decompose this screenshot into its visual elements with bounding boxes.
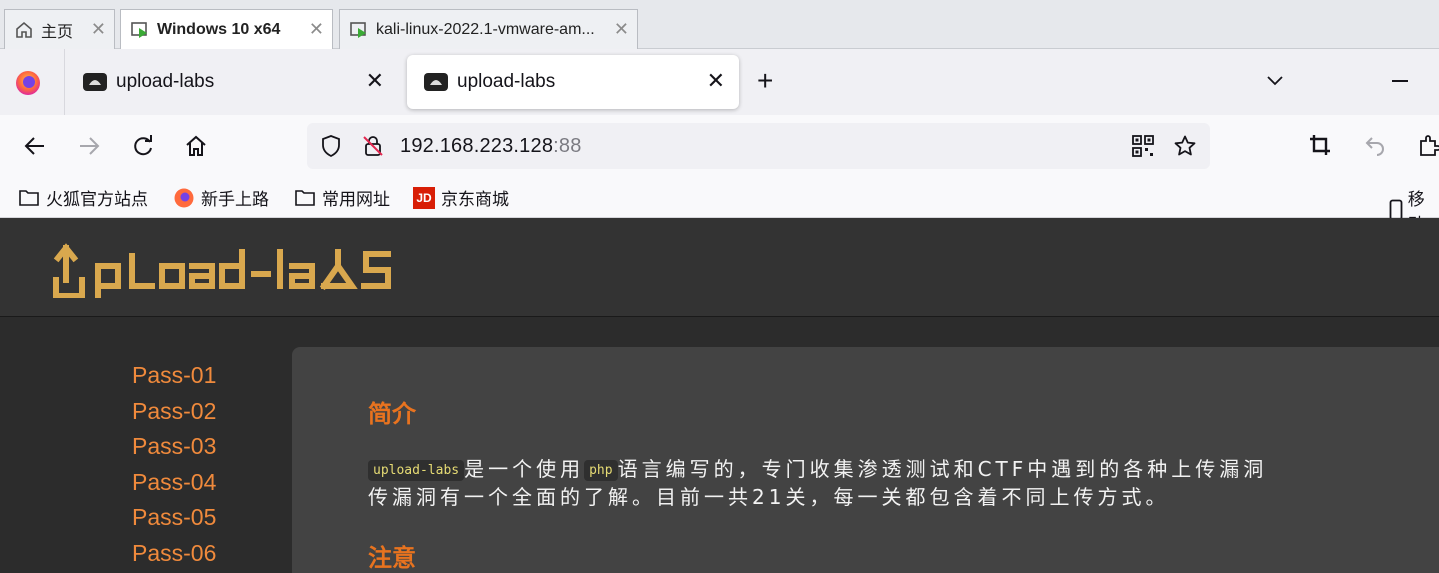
navigation-toolbar: 192.168.223.128:88 (0, 115, 1439, 177)
reload-icon (134, 135, 152, 156)
undo-icon[interactable] (1363, 133, 1387, 157)
close-icon[interactable]: ✕ (366, 68, 384, 94)
section-title-note: 注意 (368, 544, 416, 572)
close-icon[interactable]: ✕ (707, 68, 725, 94)
divider (64, 49, 65, 115)
vm-running-icon (348, 19, 370, 41)
close-icon[interactable]: ✕ (91, 19, 106, 40)
reload-button[interactable] (129, 132, 157, 160)
sidebar-link-pass-01[interactable]: Pass-01 (132, 362, 216, 389)
bookmark-item[interactable]: 火狐官方站点 (18, 185, 148, 210)
firefox-icon[interactable] (14, 69, 42, 97)
bookmarks-toolbar: 火狐官方站点 新手上路 常用网址 JD 京东商城 移动 (0, 177, 1439, 234)
vm-tab-label: 主页 (41, 23, 74, 41)
upload-labs-favicon-icon (83, 73, 107, 91)
vm-tab-windows[interactable]: Windows 10 x64 ✕ (120, 9, 333, 49)
home-icon (13, 19, 35, 41)
forward-button[interactable] (75, 132, 103, 160)
arrow-left-icon (24, 137, 44, 155)
folder-icon (294, 187, 316, 209)
address-bar[interactable]: 192.168.223.128:88 (307, 123, 1210, 169)
jd-badge: JD (413, 186, 435, 209)
sidebar-link-pass-04[interactable]: Pass-04 (132, 469, 216, 496)
bookmark-label: 火狐官方站点 (46, 190, 148, 209)
section-title-intro: 简介 (368, 400, 416, 428)
bookmark-star-icon[interactable] (1173, 134, 1197, 158)
bookmark-item[interactable]: 新手上路 (173, 185, 269, 210)
browser-tab-active[interactable]: upload-labs ✕ (407, 55, 739, 109)
close-icon[interactable]: ✕ (614, 19, 629, 40)
firefox-icon (173, 187, 195, 209)
browser-tab-label: upload-labs (457, 71, 556, 92)
extensions-icon[interactable] (1417, 133, 1439, 157)
folder-icon (18, 187, 40, 209)
vm-tab-home[interactable]: 主页 ✕ (4, 9, 115, 49)
intro-text: 是一个使用 (464, 457, 585, 481)
home-button[interactable] (182, 132, 210, 160)
browser-tab[interactable]: upload-labs ✕ (66, 55, 398, 109)
url-host: 192.168.223.128 (400, 135, 554, 157)
url-port: :88 (553, 135, 582, 157)
vm-running-icon (129, 19, 151, 41)
new-tab-icon[interactable]: + (757, 67, 773, 95)
sidebar-link-pass-06[interactable]: Pass-06 (132, 540, 216, 567)
home-icon (186, 135, 206, 156)
inline-code: upload-labs (368, 460, 465, 481)
vm-tab-kali[interactable]: kali-linux-2022.1-vmware-am... ✕ (339, 9, 638, 49)
intro-text: 语言编写的，专门收集渗透测试和CTF中遇到的各种上传漏洞 (617, 457, 1268, 481)
qr-code-icon[interactable] (1132, 135, 1154, 157)
back-button[interactable] (21, 132, 49, 160)
jd-icon: JD (413, 186, 435, 209)
minimize-icon[interactable] (1392, 80, 1408, 82)
shield-icon[interactable] (319, 134, 343, 158)
bookmark-label: 京东商城 (441, 190, 509, 209)
insecure-lock-icon[interactable] (361, 134, 385, 158)
intro-paragraph-line-1: upload-labs 是一个使用 php 语言编写的，专门收集渗透测试和CTF中遇到… (368, 453, 1267, 482)
sidebar-link-pass-05[interactable]: Pass-05 (132, 504, 216, 531)
vm-tab-label: kali-linux-2022.1-vmware-am... (376, 20, 595, 38)
browser-tab-label: upload-labs (116, 71, 215, 92)
site-header (0, 218, 1439, 317)
bookmark-item[interactable]: JD 京东商城 (413, 185, 509, 210)
bookmark-label: 常用网址 (322, 190, 390, 209)
vm-tab-label: Windows 10 x64 (157, 20, 281, 38)
url-text[interactable]: 192.168.223.128:88 (400, 135, 582, 158)
bookmark-label: 新手上路 (201, 190, 269, 209)
sidebar-link-pass-03[interactable]: Pass-03 (132, 433, 216, 460)
crop-icon[interactable] (1308, 133, 1332, 157)
close-icon[interactable]: ✕ (309, 19, 324, 40)
bookmark-item[interactable]: 常用网址 (294, 185, 390, 210)
vmware-tab-bar: 主页 ✕ Windows 10 x64 ✕ kali-linux-2022.1-… (0, 0, 1439, 49)
sidebar-link-pass-02[interactable]: Pass-02 (132, 398, 216, 425)
browser-tab-bar: upload-labs ✕ upload-labs ✕ + (0, 49, 1439, 115)
intro-paragraph-line-2: 传漏洞有一个全面的了解。目前一共21关，每一关都包含着不同上传方式。 (368, 485, 1170, 509)
arrow-right-icon (80, 137, 100, 155)
inline-code: php (584, 460, 618, 481)
site-logo[interactable] (52, 236, 397, 298)
chevron-down-icon[interactable] (1264, 69, 1286, 91)
upload-labs-favicon-icon (424, 73, 448, 91)
